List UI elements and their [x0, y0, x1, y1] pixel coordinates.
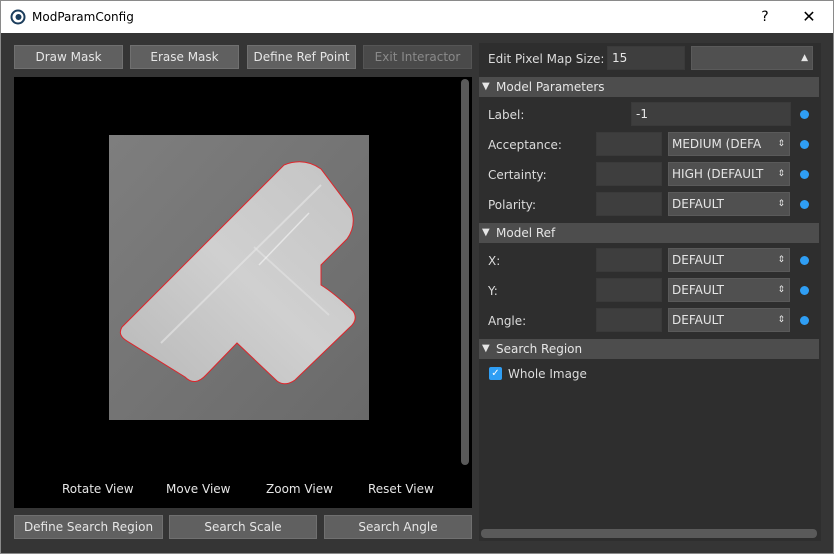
panel-horizontal-scrollbar[interactable]	[481, 529, 817, 538]
close-button[interactable]: ✕	[793, 5, 825, 29]
pixel-map-size-combo[interactable]: ▲	[691, 46, 813, 70]
acceptance-label: Acceptance:	[488, 138, 562, 152]
spin-arrows-icon: ⇕	[777, 255, 785, 265]
whole-image-label: Whole Image	[508, 367, 587, 381]
status-dot-icon	[800, 170, 809, 179]
angle-label: Angle:	[488, 314, 527, 328]
viewer-vertical-scrollbar[interactable]	[461, 79, 469, 465]
spin-arrows-icon: ⇕	[777, 285, 785, 295]
polarity-input[interactable]	[596, 192, 662, 216]
section-model-ref[interactable]: ▼ Model Ref	[479, 223, 819, 243]
erase-mask-button[interactable]: Erase Mask	[130, 45, 239, 69]
spin-arrows-icon: ⇕	[777, 169, 785, 179]
label-input[interactable]: -1	[631, 102, 791, 126]
whole-image-checkbox[interactable]: ✓	[489, 367, 502, 380]
status-dot-icon	[800, 110, 809, 119]
angle-combo-value: DEFAULT	[672, 313, 724, 327]
certainty-input[interactable]	[596, 162, 662, 186]
part-image	[109, 135, 369, 420]
title-bar: ModParamConfig ? ✕	[1, 1, 833, 33]
section-title: Model Parameters	[496, 80, 605, 94]
spin-arrows-icon: ⇕	[777, 315, 785, 325]
x-combo-value: DEFAULT	[672, 253, 724, 267]
window-title: ModParamConfig	[32, 10, 134, 24]
search-angle-button[interactable]: Search Angle	[324, 515, 472, 539]
parameters-panel: Edit Pixel Map Size: 15 ▲ ▼ Model Parame…	[479, 43, 821, 541]
spin-arrows-icon: ⇕	[777, 199, 785, 209]
certainty-label: Certainty:	[488, 168, 547, 182]
certainty-combo[interactable]: HIGH (DEFAULT ⇕	[668, 162, 790, 186]
mod-param-config-window: ModParamConfig ? ✕ Draw Mask Erase Mask …	[0, 0, 834, 554]
certainty-combo-value: HIGH (DEFAULT	[672, 167, 764, 181]
acceptance-combo-value: MEDIUM (DEFA	[672, 137, 762, 151]
reset-view-button[interactable]: Reset View	[368, 482, 434, 496]
exit-interactor-button[interactable]: Exit Interactor	[363, 45, 472, 69]
y-input[interactable]	[596, 278, 662, 302]
polarity-label: Polarity:	[488, 198, 537, 212]
define-ref-point-button[interactable]: Define Ref Point	[247, 45, 356, 69]
acceptance-combo[interactable]: MEDIUM (DEFA ⇕	[668, 132, 790, 156]
status-dot-icon	[800, 316, 809, 325]
zoom-view-button[interactable]: Zoom View	[266, 482, 333, 496]
rotate-view-button[interactable]: Rotate View	[62, 482, 134, 496]
section-search-region[interactable]: ▼ Search Region	[479, 339, 819, 359]
y-combo[interactable]: DEFAULT ⇕	[668, 278, 790, 302]
section-title: Model Ref	[496, 226, 556, 240]
image-viewer[interactable]: Rotate View Move View Zoom View Reset Vi…	[14, 77, 472, 508]
collapse-triangle-icon: ▼	[482, 343, 490, 354]
status-dot-icon	[800, 286, 809, 295]
help-button[interactable]: ?	[751, 5, 779, 29]
x-label: X:	[488, 254, 501, 268]
polarity-combo[interactable]: DEFAULT ⇕	[668, 192, 790, 216]
acceptance-input[interactable]	[596, 132, 662, 156]
pixel-map-size-input[interactable]: 15	[607, 46, 685, 70]
checkmark-icon: ✓	[491, 368, 500, 379]
pixel-map-size-label: Edit Pixel Map Size:	[488, 52, 605, 66]
angle-input[interactable]	[596, 308, 662, 332]
collapse-triangle-icon: ▼	[482, 81, 490, 92]
label-label: Label:	[488, 108, 525, 122]
status-dot-icon	[800, 140, 809, 149]
define-search-region-button[interactable]: Define Search Region	[14, 515, 163, 539]
collapse-triangle-icon: ▼	[482, 227, 490, 238]
section-model-parameters[interactable]: ▼ Model Parameters	[479, 77, 819, 97]
draw-mask-button[interactable]: Draw Mask	[14, 45, 123, 69]
y-label: Y:	[488, 284, 498, 298]
search-scale-button[interactable]: Search Scale	[169, 515, 317, 539]
section-title: Search Region	[496, 342, 583, 356]
spin-arrows-icon: ⇕	[777, 139, 785, 149]
x-combo[interactable]: DEFAULT ⇕	[668, 248, 790, 272]
move-view-button[interactable]: Move View	[166, 482, 230, 496]
status-dot-icon	[800, 200, 809, 209]
status-dot-icon	[800, 256, 809, 265]
eye-icon	[10, 9, 26, 25]
spin-arrows-icon: ▲	[801, 53, 808, 63]
y-combo-value: DEFAULT	[672, 283, 724, 297]
x-input[interactable]	[596, 248, 662, 272]
polarity-combo-value: DEFAULT	[672, 197, 724, 211]
angle-combo[interactable]: DEFAULT ⇕	[668, 308, 790, 332]
